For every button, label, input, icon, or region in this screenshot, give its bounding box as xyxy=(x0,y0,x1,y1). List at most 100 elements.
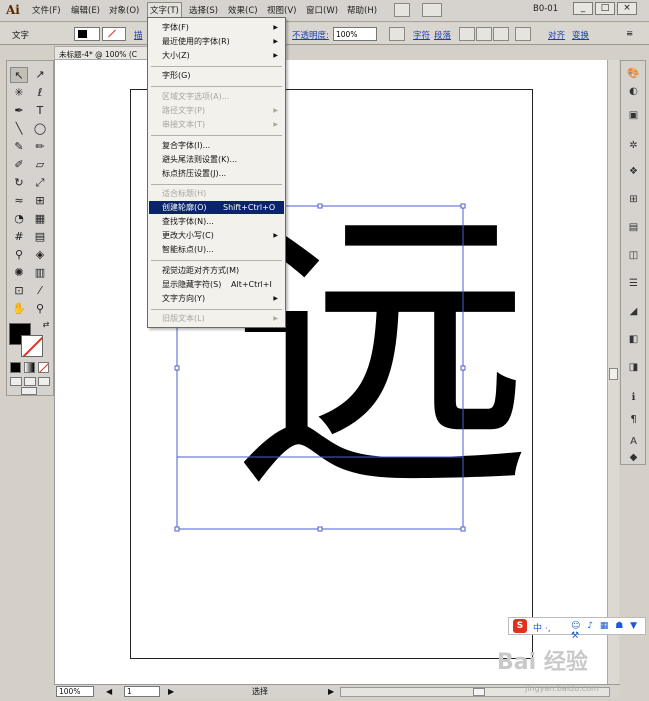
next-artboard-icon[interactable]: ▶ xyxy=(168,687,174,696)
menu-view[interactable]: 视图(V) xyxy=(267,4,296,16)
transparency-panel-icon[interactable]: ◧ xyxy=(625,333,642,347)
menu-item-size[interactable]: 大小(Z) ▶ xyxy=(149,49,284,62)
screen-mode-icon[interactable] xyxy=(21,387,37,395)
menu-help[interactable]: 帮助(H) xyxy=(347,4,377,16)
menu-item-recent-fonts[interactable]: 最近使用的字体(R) ▶ xyxy=(149,35,284,48)
transform-link[interactable]: 变换 xyxy=(572,29,589,41)
stroke-color-swatch[interactable] xyxy=(21,335,43,357)
pencil-tool-icon[interactable]: ✏ xyxy=(31,139,49,155)
handle-bottom-left[interactable] xyxy=(174,526,180,532)
opacity-link[interactable]: 不透明度: xyxy=(292,29,329,41)
symbols-panel-icon[interactable]: ❖ xyxy=(625,165,642,179)
swatches-panel-icon[interactable]: ▣ xyxy=(625,109,642,123)
color-mode-icon[interactable] xyxy=(10,362,21,373)
menu-item-kinsoku-settings[interactable]: 避头尾法则设置(K)... xyxy=(149,153,284,166)
menu-type[interactable]: 文字(T) xyxy=(147,2,182,18)
magic-wand-tool-icon[interactable]: ✳ xyxy=(10,85,28,101)
menu-item-show-hidden-chars[interactable]: 显示隐藏字符(S) Alt+Ctrl+I xyxy=(149,278,284,291)
workspace-switcher[interactable]: B0-01 xyxy=(533,4,558,14)
menu-window[interactable]: 窗口(W) xyxy=(306,4,338,16)
menu-select[interactable]: 选择(S) xyxy=(189,4,218,16)
zoom-field[interactable]: 100% xyxy=(56,686,94,697)
type-tool-icon[interactable]: T xyxy=(31,103,49,119)
envelope-icon[interactable] xyxy=(515,27,531,41)
recolor-icon[interactable] xyxy=(389,27,405,41)
character-link[interactable]: 字符 xyxy=(413,29,430,41)
fill-swatch[interactable] xyxy=(74,27,100,41)
canvas[interactable]: 远 xyxy=(54,60,607,684)
symbol-sprayer-tool-icon[interactable]: ✺ xyxy=(10,265,28,281)
slice-tool-icon[interactable]: ⁄ xyxy=(31,283,49,299)
menu-effect[interactable]: 效果(C) xyxy=(228,4,258,16)
artboard-tool-icon[interactable]: ⊡ xyxy=(10,283,28,299)
paintbrush-tool-icon[interactable]: ✎ xyxy=(10,139,28,155)
minimize-button[interactable]: _ xyxy=(573,2,593,15)
handle-middle-left[interactable] xyxy=(174,365,180,371)
document-tab[interactable]: 未标题-4* @ 100% (C xyxy=(54,46,154,60)
scale-tool-icon[interactable]: ⤢ xyxy=(31,175,49,191)
menu-item-find-font[interactable]: 查找字体(N)... xyxy=(149,215,284,228)
menu-item-optical-margin[interactable]: 视觉边距对齐方式(M) xyxy=(149,264,284,277)
menu-item-glyphs[interactable]: 字形(G) xyxy=(149,69,284,82)
brushes-panel-icon[interactable]: ✲ xyxy=(625,139,642,153)
horizontal-scroll-thumb[interactable] xyxy=(473,688,485,696)
draw-normal-icon[interactable] xyxy=(10,377,22,386)
direct-selection-tool-icon[interactable]: ↗ xyxy=(31,67,49,83)
ime-tools-icon[interactable]: ☺ ♪ ▦ ☗ ▼ ⚒ xyxy=(571,621,645,641)
menu-item-smart-punctuation[interactable]: 智能标点(U)... xyxy=(149,243,284,256)
handle-bottom-center[interactable] xyxy=(317,526,323,532)
prev-artboard-icon[interactable]: ◀ xyxy=(106,687,112,696)
paragraph-link[interactable]: 段落 xyxy=(434,29,451,41)
blob-brush-tool-icon[interactable]: ✐ xyxy=(10,157,28,173)
eraser-tool-icon[interactable]: ▱ xyxy=(31,157,49,173)
selection-tool-icon[interactable]: ↖ xyxy=(10,67,28,83)
line-tool-icon[interactable]: ╲ xyxy=(10,121,28,137)
align-right-icon[interactable] xyxy=(493,27,509,41)
align-center-icon[interactable] xyxy=(476,27,492,41)
bridge-icon[interactable] xyxy=(394,3,410,17)
menu-edit[interactable]: 编辑(E) xyxy=(71,4,100,16)
menu-item-font[interactable]: 字体(F) ▶ xyxy=(149,21,284,34)
mesh-tool-icon[interactable]: # xyxy=(10,229,28,245)
close-button[interactable]: × xyxy=(617,2,637,15)
menu-file[interactable]: 文件(F) xyxy=(32,4,61,16)
hand-tool-icon[interactable]: ✋ xyxy=(10,301,28,317)
appearance-panel-icon[interactable]: ◨ xyxy=(625,361,642,375)
pen-tool-icon[interactable]: ✒ xyxy=(10,103,28,119)
eyedropper-tool-icon[interactable]: ⚲ xyxy=(10,247,28,263)
lasso-tool-icon[interactable]: ℓ xyxy=(31,85,49,101)
draw-behind-icon[interactable] xyxy=(24,377,36,386)
stroke-swatch[interactable] xyxy=(102,27,126,41)
maximize-button[interactable]: □ xyxy=(595,2,615,15)
status-menu-icon[interactable]: ▶ xyxy=(328,687,334,696)
zoom-tool-icon[interactable]: ⚲ xyxy=(31,301,49,317)
color-panel-icon[interactable]: 🎨 xyxy=(625,67,642,81)
vertical-scrollbar[interactable] xyxy=(607,60,619,684)
free-transform-tool-icon[interactable]: ⊞ xyxy=(31,193,49,209)
column-graph-tool-icon[interactable]: ▥ xyxy=(31,265,49,281)
align-panel-icon[interactable]: ▤ xyxy=(625,221,642,235)
sogou-logo-icon[interactable]: S xyxy=(513,619,527,633)
info-panel-icon[interactable]: ℹ xyxy=(625,391,642,405)
rotate-tool-icon[interactable]: ↻ xyxy=(10,175,28,191)
arrange-docs-icon[interactable] xyxy=(422,3,442,17)
vertical-scroll-thumb[interactable] xyxy=(609,368,618,380)
ellipse-tool-icon[interactable]: ◯ xyxy=(31,121,49,137)
perspective-grid-tool-icon[interactable]: ▦ xyxy=(31,211,49,227)
draw-inside-icon[interactable] xyxy=(38,377,50,386)
character-panel-icon[interactable]: A xyxy=(625,435,642,449)
pathfinder-panel-icon[interactable]: ◫ xyxy=(625,249,642,263)
paragraph-panel-icon[interactable]: ¶ xyxy=(625,413,642,427)
menu-object[interactable]: 对象(O) xyxy=(109,4,139,16)
menu-item-change-case[interactable]: 更改大小写(C) ▶ xyxy=(149,229,284,242)
panel-menu-icon[interactable]: ≡ xyxy=(626,29,633,39)
gradient-tool-icon[interactable]: ▤ xyxy=(31,229,49,245)
shape-builder-tool-icon[interactable]: ◔ xyxy=(10,211,28,227)
swap-colors-icon[interactable]: ⇄ xyxy=(37,317,55,333)
handle-top-center[interactable] xyxy=(317,203,323,209)
gradient-panel-icon[interactable]: ◢ xyxy=(625,305,642,319)
handle-bottom-right[interactable] xyxy=(460,526,466,532)
handle-middle-right[interactable] xyxy=(460,365,466,371)
menu-item-create-outlines[interactable]: 创建轮廓(O) Shift+Ctrl+O xyxy=(149,201,284,214)
ime-mode-icon[interactable]: 中 ·, xyxy=(533,621,551,634)
